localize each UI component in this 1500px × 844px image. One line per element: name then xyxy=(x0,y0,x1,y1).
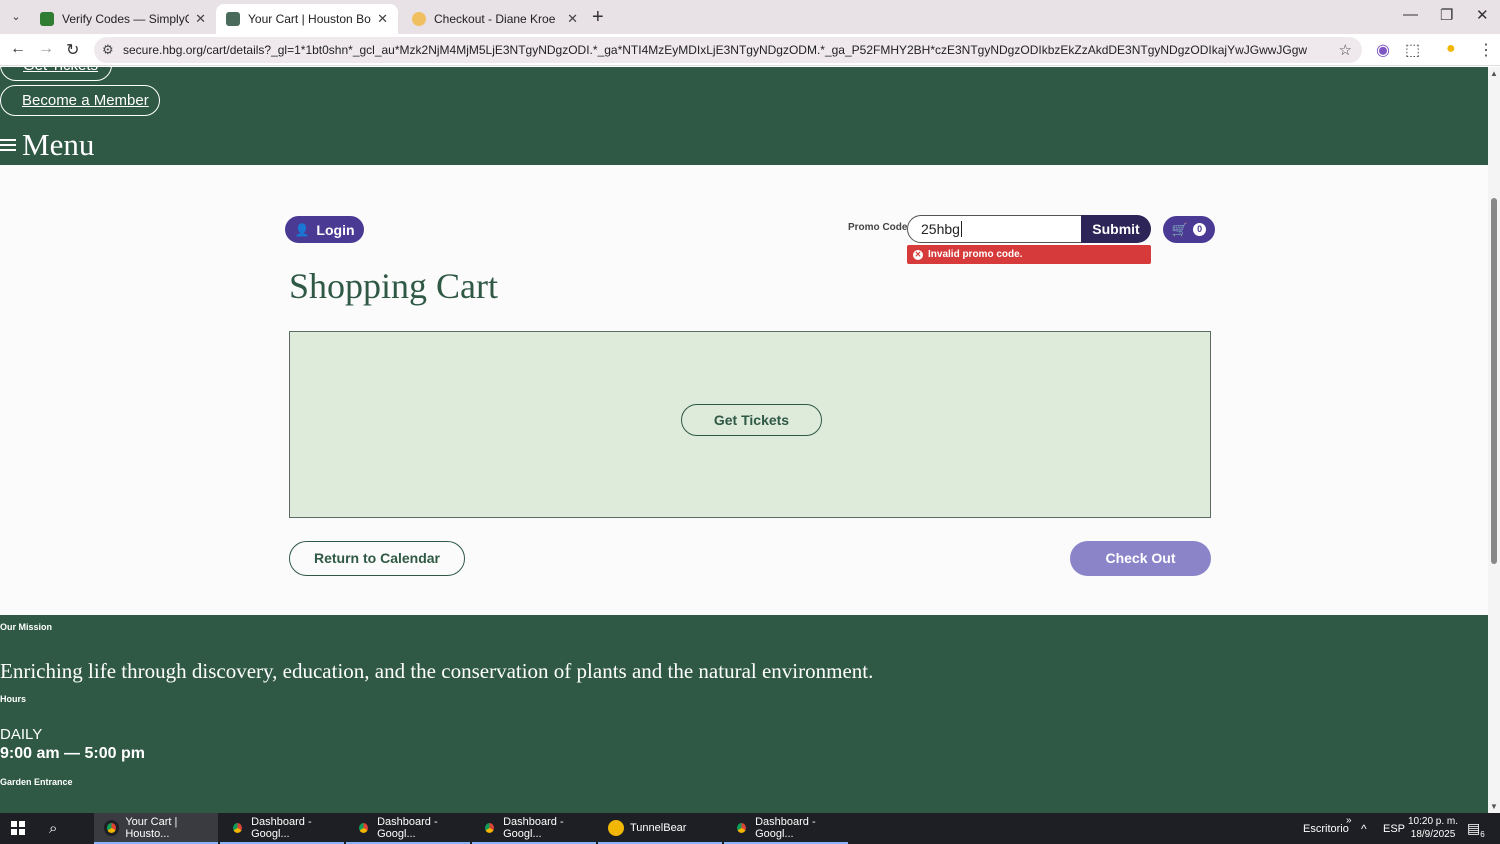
promo-code-input[interactable]: 25hbg xyxy=(907,215,1083,243)
promo-submit-button[interactable]: Submit xyxy=(1081,215,1151,243)
taskbar-item-tunnelbear[interactable]: TunnelBear xyxy=(598,813,722,844)
chrome-icon xyxy=(104,819,120,836)
hours-text: 9:00 am — 5:00 pm xyxy=(0,745,145,762)
tunnelbear-extension-icon[interactable]: ● xyxy=(1446,40,1456,58)
desktop-toolbar-label[interactable]: Escritorio xyxy=(1303,813,1349,844)
scroll-down-icon[interactable]: ▼ xyxy=(1490,802,1498,811)
extensions-puzzle-icon[interactable]: ⬚ xyxy=(1405,40,1420,60)
tab-search-icon[interactable]: ⌄ xyxy=(6,7,26,27)
site-settings-icon[interactable]: ⚙ xyxy=(102,42,114,58)
taskbar-item-your-cart[interactable]: Your Cart | Housto... xyxy=(94,813,218,844)
tab-your-cart[interactable]: Your Cart | Houston Botanic Ga ✕ xyxy=(216,4,398,34)
close-icon[interactable]: ✕ xyxy=(195,11,206,27)
mission-text: Enriching life through discovery, educat… xyxy=(0,659,874,683)
extension-icon[interactable]: ◉ xyxy=(1376,40,1390,60)
scroll-thumb[interactable] xyxy=(1491,198,1497,564)
close-icon[interactable]: ✕ xyxy=(567,11,578,27)
site-header: Get Tickets Become a Member Menu xyxy=(0,67,1488,165)
toolbar-expand-icon[interactable]: » xyxy=(1346,805,1352,836)
become-member-button[interactable]: Become a Member xyxy=(0,85,160,116)
login-label: Login xyxy=(316,221,355,238)
clock-date: 18/9/2025 xyxy=(1410,829,1456,840)
taskbar-item-dashboard[interactable]: Dashboard - Googl... xyxy=(724,813,848,844)
clock-time: 10:20 p. m. xyxy=(1408,816,1459,827)
notification-count: 6 xyxy=(1480,829,1485,839)
chrome-icon xyxy=(734,819,750,836)
address-bar[interactable]: ⚙ secure.hbg.org/cart/details?_gl=1*1bt0… xyxy=(94,37,1362,63)
chrome-icon xyxy=(482,819,498,836)
empty-cart-box: Get Tickets xyxy=(289,331,1211,518)
minimize-icon[interactable]: — xyxy=(1403,6,1418,23)
daily-label: DAILY xyxy=(0,726,43,743)
page-scrollbar[interactable]: ▲ ▼ xyxy=(1488,67,1500,813)
reload-icon[interactable]: ↻ xyxy=(66,40,79,60)
cart-count-badge: 0 xyxy=(1193,223,1207,236)
promo-error-message: ✕ Invalid promo code. xyxy=(907,245,1151,264)
forward-icon[interactable]: → xyxy=(38,40,54,58)
user-icon: 👤 xyxy=(294,222,310,237)
loading-favicon-icon xyxy=(412,12,426,26)
windows-taskbar: ⌕ Your Cart | Housto... Dashboard - Goog… xyxy=(0,813,1500,844)
windows-start-icon[interactable] xyxy=(11,821,25,835)
new-tab-icon[interactable]: + xyxy=(592,6,604,29)
browser-toolbar: ← → ↻ ⚙ secure.hbg.org/cart/details?_gl=… xyxy=(0,34,1500,66)
taskbar-clock[interactable]: 10:20 p. m. 18/9/2025 xyxy=(1408,815,1458,841)
mission-heading: Our Mission xyxy=(0,622,53,632)
chrome-icon xyxy=(356,819,372,836)
page-content: Get Tickets Become a Member Menu 👤 Login… xyxy=(0,67,1488,813)
restore-icon[interactable]: ❐ xyxy=(1440,6,1453,24)
return-to-calendar-button[interactable]: Return to Calendar xyxy=(289,541,465,576)
get-tickets-button[interactable]: Get Tickets xyxy=(681,404,822,436)
back-icon[interactable]: ← xyxy=(10,40,26,58)
error-icon: ✕ xyxy=(913,249,923,260)
cart-section: 👤 Login Promo Code 25hbg Submit ✕ Invali… xyxy=(0,165,1488,615)
taskbar-item-dashboard[interactable]: Dashboard - Googl... xyxy=(472,813,596,844)
url-text[interactable]: secure.hbg.org/cart/details?_gl=1*1bt0sh… xyxy=(123,43,1323,57)
menu-toggle[interactable]: Menu xyxy=(0,127,94,163)
taskbar-item-dashboard[interactable]: Dashboard - Googl... xyxy=(346,813,470,844)
check-out-button[interactable]: Check Out xyxy=(1070,541,1211,576)
browser-tabbar: ⌄ Verify Codes — SimplyCodes ✕ Your Cart… xyxy=(0,0,1500,34)
hbg-favicon-icon xyxy=(226,12,240,26)
promo-code-value: 25hbg xyxy=(921,221,960,237)
more-menu-icon[interactable]: ⋮ xyxy=(1478,40,1494,60)
menu-label: Menu xyxy=(22,127,95,162)
tab-verify-codes[interactable]: Verify Codes — SimplyCodes ✕ xyxy=(30,4,216,34)
page-title: Shopping Cart xyxy=(289,266,499,306)
tunnelbear-icon xyxy=(608,819,624,836)
header-get-tickets-link[interactable]: Get Tickets xyxy=(0,67,112,81)
text-cursor xyxy=(960,221,962,237)
simplycodes-favicon-icon xyxy=(40,12,54,26)
cart-button[interactable]: 🛒 0 xyxy=(1163,216,1215,243)
site-footer: Our Mission Enriching life through disco… xyxy=(0,615,1488,813)
cart-icon: 🛒 xyxy=(1171,221,1189,237)
login-button[interactable]: 👤 Login xyxy=(285,216,364,243)
close-icon[interactable]: ✕ xyxy=(377,11,388,27)
promo-code-label: Promo Code xyxy=(848,222,908,233)
close-window-icon[interactable]: ✕ xyxy=(1476,6,1489,24)
chrome-icon xyxy=(230,819,246,836)
hours-heading: Hours xyxy=(0,694,27,704)
scroll-up-icon[interactable]: ▲ xyxy=(1490,69,1498,78)
hamburger-icon xyxy=(0,139,16,151)
notification-icon[interactable]: ▤6 xyxy=(1467,820,1485,839)
language-indicator[interactable]: ESP xyxy=(1383,813,1405,844)
tab-checkout[interactable]: Checkout - Diane Kroe ✕ xyxy=(402,4,588,34)
tray-chevron-up-icon[interactable]: ^ xyxy=(1361,813,1367,844)
garden-entrance-heading: Garden Entrance xyxy=(0,777,73,787)
promo-error-text: Invalid promo code. xyxy=(928,249,1023,260)
bookmark-star-icon[interactable]: ☆ xyxy=(1339,41,1352,59)
search-icon[interactable]: ⌕ xyxy=(49,820,57,837)
taskbar-item-dashboard[interactable]: Dashboard - Googl... xyxy=(220,813,344,844)
